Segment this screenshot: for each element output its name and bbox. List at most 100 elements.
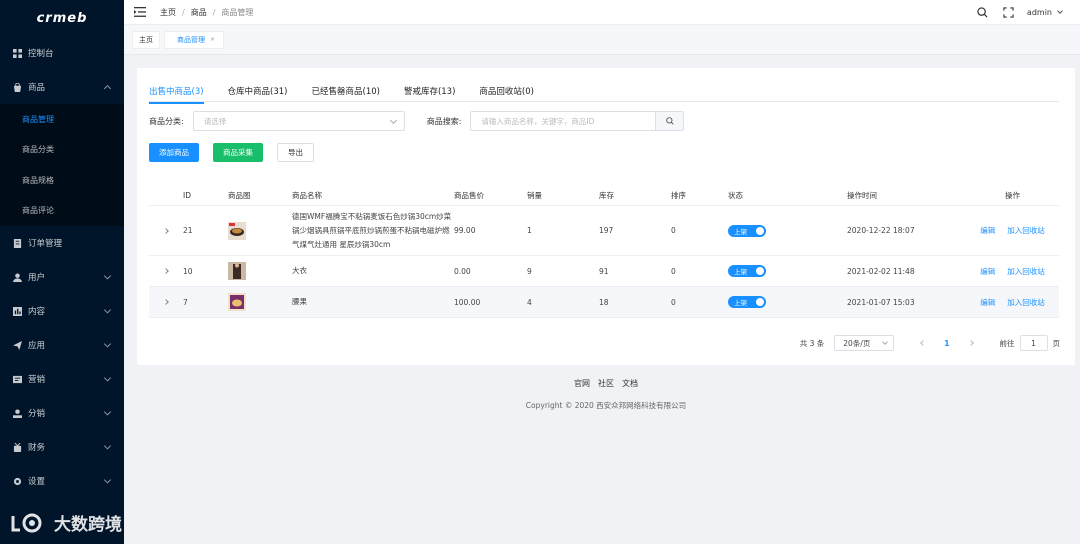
edit-link[interactable]: 编辑 <box>980 297 995 308</box>
cell-sort: 0 <box>671 226 676 235</box>
footer-link-community[interactable]: 社区 <box>598 378 614 389</box>
chevron-up-icon <box>103 84 112 93</box>
cell-ops: 编辑 加入回收站 <box>966 225 1059 236</box>
cell-price: 0.00 <box>454 266 471 276</box>
cell-image <box>228 293 292 311</box>
col-header: 库存 <box>599 191 614 200</box>
sidebar-subitem-product-review[interactable]: 商品评论 <box>0 196 124 227</box>
page-size-value: 20条/页 <box>843 338 871 348</box>
search-icon[interactable] <box>977 6 989 19</box>
page-number-current[interactable]: 1 <box>944 339 949 348</box>
tab-warehouse[interactable]: 仓库中商品(31) <box>228 80 288 102</box>
prev-page-icon[interactable] <box>920 340 927 346</box>
expand-toggle[interactable] <box>149 299 183 305</box>
footer-link-docs[interactable]: 文档 <box>622 378 638 389</box>
status-label: 上架 <box>734 268 747 276</box>
watermark-logo-icon <box>11 513 42 532</box>
edit-link[interactable]: 编辑 <box>980 225 995 236</box>
collect-product-button[interactable]: 商品采集 <box>213 143 263 162</box>
tab-on-sale[interactable]: 出售中商品(3) <box>149 80 204 104</box>
product-thumbnail[interactable] <box>228 293 246 311</box>
sidebar-subitem-product-spec[interactable]: 商品规格 <box>0 165 124 196</box>
menu-fold-icon[interactable] <box>134 7 146 17</box>
col-header: 商品售价 <box>454 191 484 200</box>
cell-name: 大衣 <box>292 266 307 275</box>
chevron-right-icon <box>163 268 169 274</box>
toggle-knob <box>756 226 764 235</box>
distribution-icon <box>12 408 22 418</box>
tab-stock-warning[interactable]: 警戒库存(13) <box>404 80 455 102</box>
sidebar-item-label: 订单管理 <box>28 239 63 249</box>
sidebar-item-content[interactable]: 内容 <box>0 294 124 328</box>
breadcrumb: 主页 / 商品 / 商品管理 <box>160 7 253 18</box>
page-suffix: 页 <box>1052 338 1061 348</box>
search-button[interactable] <box>656 111 685 131</box>
expand-toggle[interactable] <box>149 268 183 274</box>
pagination-total: 共 3 条 <box>799 338 825 348</box>
close-icon[interactable]: × <box>210 36 215 43</box>
table-header: ID 商品图 商品名称 商品售价 销量 库存 排序 状态 操作时间 操作 <box>149 186 1059 206</box>
cell-time: 2021-02-02 11:48 <box>847 266 915 276</box>
breadcrumb-separator: / <box>212 7 216 17</box>
add-product-button[interactable]: 添加商品 <box>149 143 199 162</box>
product-thumbnail[interactable] <box>228 221 246 240</box>
status-toggle[interactable]: 上架 <box>728 296 766 308</box>
breadcrumb-separator: / <box>182 7 185 17</box>
user-menu[interactable]: admin <box>1027 8 1063 17</box>
col-header: 状态 <box>728 191 743 200</box>
goto-page-input[interactable]: 1 <box>1019 335 1048 351</box>
category-select[interactable]: 请选择 <box>192 111 405 131</box>
edit-link[interactable]: 编辑 <box>980 266 995 277</box>
category-placeholder: 请选择 <box>203 116 227 126</box>
cell-stock: 91 <box>599 266 609 276</box>
sidebar-subitem-product-manage[interactable]: 商品管理 <box>0 104 124 135</box>
next-page-icon[interactable] <box>967 340 974 346</box>
sidebar-item-marketing[interactable]: 营销 <box>0 362 124 396</box>
sidebar-item-settings[interactable]: 设置 <box>0 464 124 498</box>
cell-time: 2020-12-22 18:07 <box>847 226 915 235</box>
breadcrumb-products[interactable]: 商品 <box>191 7 207 18</box>
sidebar-item-label: 商品 <box>28 83 46 93</box>
bag-icon <box>12 82 22 92</box>
sidebar-item-dashboard[interactable]: 控制台 <box>0 36 124 70</box>
status-toggle[interactable]: 上架 <box>728 265 766 277</box>
fullscreen-icon[interactable] <box>1003 6 1015 19</box>
copyright: Copyright © 2020 西安众邦网络科技有限公司 <box>525 401 687 410</box>
tab-sold-out[interactable]: 已经售罄商品(10) <box>312 80 380 102</box>
sidebar-item-finance[interactable]: 财务 <box>0 430 124 464</box>
watermark-text: 大数跨境 <box>54 515 122 535</box>
sidebar-item-products[interactable]: 商品 <box>0 70 124 104</box>
sidebar-item-label: 内容 <box>28 307 46 317</box>
status-label: 上架 <box>734 299 747 307</box>
recycle-link[interactable]: 加入回收站 <box>1007 297 1045 308</box>
sidebar-item-label: 分销 <box>28 409 46 419</box>
recycle-link[interactable]: 加入回收站 <box>1007 225 1045 236</box>
expand-toggle[interactable] <box>149 227 183 234</box>
filter-bar: 商品分类: 请选择 商品搜索: 请输入商品名称，关键字，商品ID <box>149 111 685 131</box>
cell-sort: 0 <box>671 266 676 276</box>
col-header: 商品名称 <box>292 190 322 200</box>
page-size-select[interactable]: 20条/页 <box>834 335 895 351</box>
tag-home[interactable]: 主页 <box>132 30 160 49</box>
sidebar-item-users[interactable]: 用户 <box>0 260 124 294</box>
cell-sales: 4 <box>527 297 532 307</box>
footer-link-official[interactable]: 官网 <box>574 378 590 389</box>
recycle-link[interactable]: 加入回收站 <box>1007 266 1045 277</box>
cell-name: 腰果 <box>292 297 307 306</box>
breadcrumb-home[interactable]: 主页 <box>160 7 176 18</box>
sidebar-item-label: 应用 <box>28 341 46 351</box>
sidebar-item-orders[interactable]: 订单管理 <box>0 226 124 260</box>
sidebar-item-distribution[interactable]: 分销 <box>0 396 124 430</box>
product-thumbnail[interactable] <box>228 262 246 280</box>
search-input[interactable]: 请输入商品名称，关键字，商品ID <box>470 111 657 131</box>
sidebar-item-apps[interactable]: 应用 <box>0 328 124 362</box>
tags-bar: 主页 商品管理 × <box>124 25 1080 55</box>
export-button[interactable]: 导出 <box>277 143 314 162</box>
logo[interactable]: crmeb <box>0 0 124 36</box>
cell-stock: 197 <box>599 226 614 235</box>
chevron-right-icon <box>163 227 169 234</box>
sidebar-subitem-product-category[interactable]: 商品分类 <box>0 135 124 166</box>
tab-recycle-bin[interactable]: 商品回收站(0) <box>479 80 534 102</box>
status-toggle[interactable]: 上架 <box>728 224 766 237</box>
tag-product-manage[interactable]: 商品管理 × <box>164 30 225 49</box>
